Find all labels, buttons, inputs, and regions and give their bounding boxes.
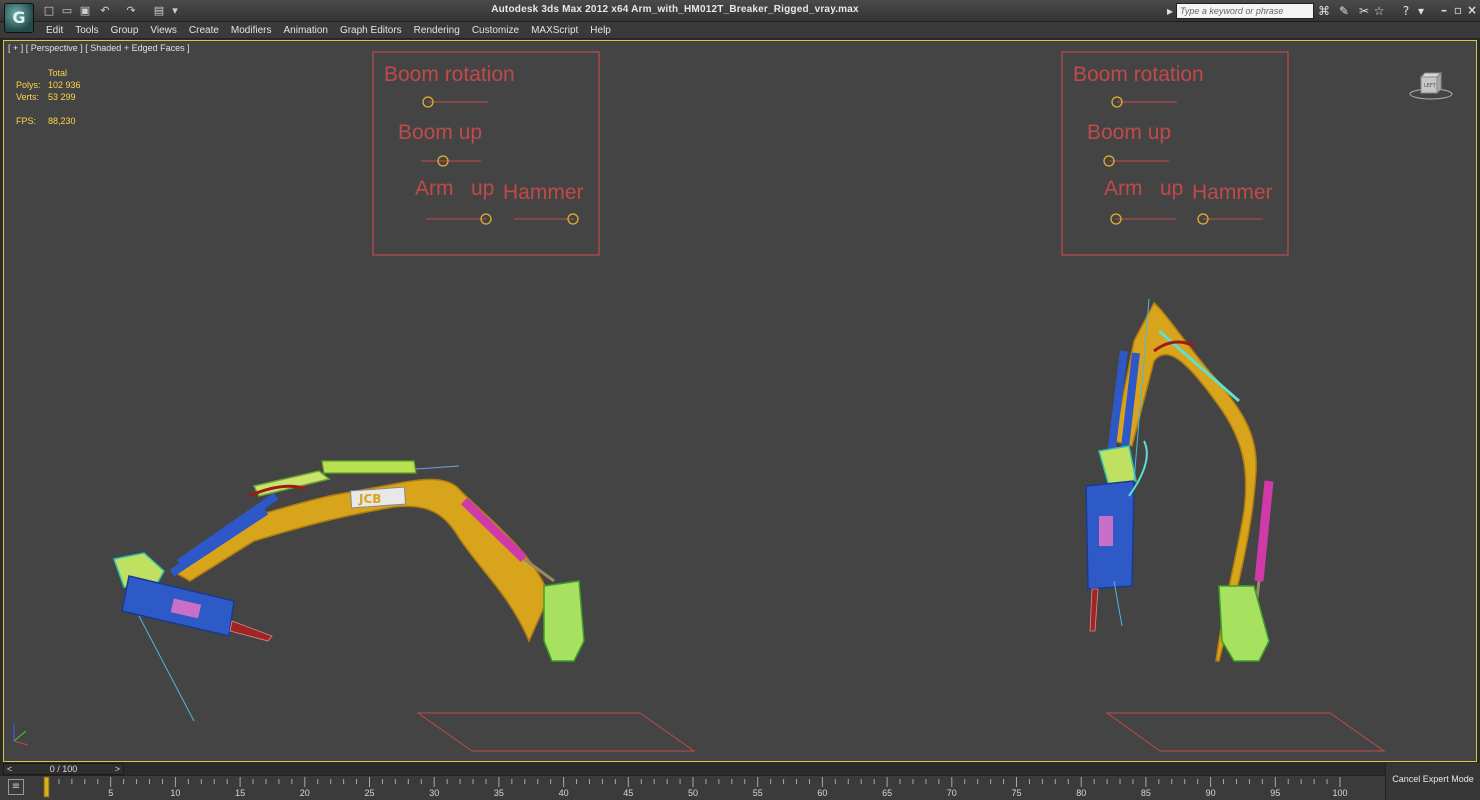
viewport-label-menu[interactable]: [ + ] [ Perspective ] [ Shaded + Edged F… <box>8 43 190 53</box>
jcb-logo-left: JCB <box>358 492 381 506</box>
menu-modifiers[interactable]: Modifiers <box>225 24 278 37</box>
menu-customize[interactable]: Customize <box>466 24 525 37</box>
previous-frame-button[interactable]: < <box>7 764 12 775</box>
menu-rendering[interactable]: Rendering <box>408 24 466 37</box>
next-frame-button[interactable]: > <box>115 764 120 775</box>
boom-rotation-label: Boom rotation <box>1073 63 1204 86</box>
axis-gizmo <box>13 723 29 746</box>
arm-label: Arm <box>415 177 454 200</box>
timeline-tick-label: 25 <box>364 788 374 798</box>
window-title: Autodesk 3ds Max 2012 x64 Arm_with_HM012… <box>491 4 859 15</box>
menu-views[interactable]: Views <box>144 24 183 37</box>
polys-label: Polys: <box>16 80 41 90</box>
menu-bar: Edit Tools Group Views Create Modifiers … <box>0 22 1480 39</box>
control-panel-left[interactable]: Boom rotation Boom up Arm up Hammer <box>372 51 600 256</box>
stats-header: Total <box>48 68 68 78</box>
excavator-arm-left[interactable]: JCB <box>113 460 585 722</box>
timeline-tick-label: 35 <box>494 788 504 798</box>
menu-tools[interactable]: Tools <box>69 24 104 37</box>
hammer-label: Hammer <box>503 181 584 204</box>
timeline-tick-label: 20 <box>300 788 310 798</box>
menu-graph-editors[interactable]: Graph Editors <box>334 24 408 37</box>
arm-up-label: up <box>1160 177 1183 200</box>
fps-label: FPS: <box>16 116 37 126</box>
menu-edit[interactable]: Edit <box>40 24 69 37</box>
timeline-tick-label: 65 <box>882 788 892 798</box>
cancel-expert-mode-button[interactable]: Cancel Expert Mode <box>1385 763 1480 800</box>
excavator-arm-right[interactable] <box>1085 298 1274 662</box>
boom-up-label: Boom up <box>1087 121 1171 144</box>
ground-plane-left[interactable] <box>416 712 696 752</box>
perspective-viewport[interactable]: Boom rotation Boom up Arm up Hammer Boom… <box>3 40 1477 762</box>
timeline-tick-label: 40 <box>559 788 569 798</box>
arm-up-label: up <box>471 177 494 200</box>
timeline-tick-label: 45 <box>623 788 633 798</box>
boom-rotation-label: Boom rotation <box>384 63 515 86</box>
timeline-tick-label: 15 <box>235 788 245 798</box>
timeline-tick-label: 5 <box>108 788 113 798</box>
viewport-statistics: Total Polys: 102 936 Verts: 53 299 FPS: 88,… <box>16 67 81 127</box>
time-slider-label: 0 / 100 <box>49 764 78 774</box>
menu-create[interactable]: Create <box>183 24 225 37</box>
help-icon[interactable]: ? <box>1398 3 1414 19</box>
viewcube-face-label: LEFT <box>1424 83 1437 89</box>
timeline-tick-label: 80 <box>1076 788 1086 798</box>
hammer-label: Hammer <box>1192 181 1273 204</box>
ground-plane-right[interactable] <box>1105 712 1386 752</box>
timeline-tick-label: 85 <box>1141 788 1151 798</box>
verts-label: Verts: <box>16 92 40 102</box>
timeline-tick-label: 55 <box>753 788 763 798</box>
scene-canvas[interactable]: Boom rotation Boom up Arm up Hammer Boom… <box>4 41 1478 763</box>
boom-up-label: Boom up <box>398 121 482 144</box>
timeline-tick-label: 75 <box>1011 788 1021 798</box>
timeline-tick-label: 60 <box>817 788 827 798</box>
timeline-tick-label: 100 <box>1332 788 1347 798</box>
arm-label: Arm <box>1104 177 1143 200</box>
app-menu-button[interactable]: G <box>4 3 34 33</box>
fps-value: 88,230 <box>48 116 76 126</box>
timeline-tick-label: 90 <box>1206 788 1216 798</box>
menu-help[interactable]: Help <box>584 24 617 37</box>
timeline-tick-label: 10 <box>170 788 180 798</box>
verts-value: 53 299 <box>48 92 76 102</box>
viewcube[interactable]: LEFT <box>1408 69 1454 101</box>
search-input[interactable]: Type a keyword or phrase <box>1176 3 1314 19</box>
binoculars-icon[interactable]: ⌘ <box>1316 3 1332 19</box>
menu-group[interactable]: Group <box>105 24 145 37</box>
control-panel-right[interactable]: Boom rotation Boom up Arm up Hammer <box>1061 51 1289 256</box>
polys-value: 102 936 <box>48 80 81 90</box>
timeline-tick-label: 30 <box>429 788 439 798</box>
title-bar: G □ ▭ ▣ ↶ ↷ ▤ ▾ Autodesk 3ds Max 2012 x6… <box>0 0 1480 33</box>
current-frame-marker[interactable] <box>43 776 50 798</box>
help-dropdown-icon[interactable]: ▾ <box>1413 3 1429 19</box>
menu-maxscript[interactable]: MAXScript <box>525 24 584 37</box>
close-icon[interactable]: × <box>1464 2 1480 18</box>
subscription-icon[interactable]: ✂ <box>1356 3 1372 19</box>
menu-animation[interactable]: Animation <box>277 24 333 37</box>
track-bar[interactable]: 5 10 15 20 25 30 35 40 45 50 55 60 65 70 75 80 85 90 95 100 <box>0 775 1385 800</box>
timeline-tick-label: 50 <box>688 788 698 798</box>
favorites-star-icon[interactable]: ☆ <box>1371 3 1387 19</box>
communication-center-icon[interactable]: ✎ <box>1336 3 1352 19</box>
timeline-tick-label: 95 <box>1270 788 1280 798</box>
time-slider[interactable]: 0 / 100 < > <box>3 763 124 775</box>
timeline-tick-label: 70 <box>947 788 957 798</box>
